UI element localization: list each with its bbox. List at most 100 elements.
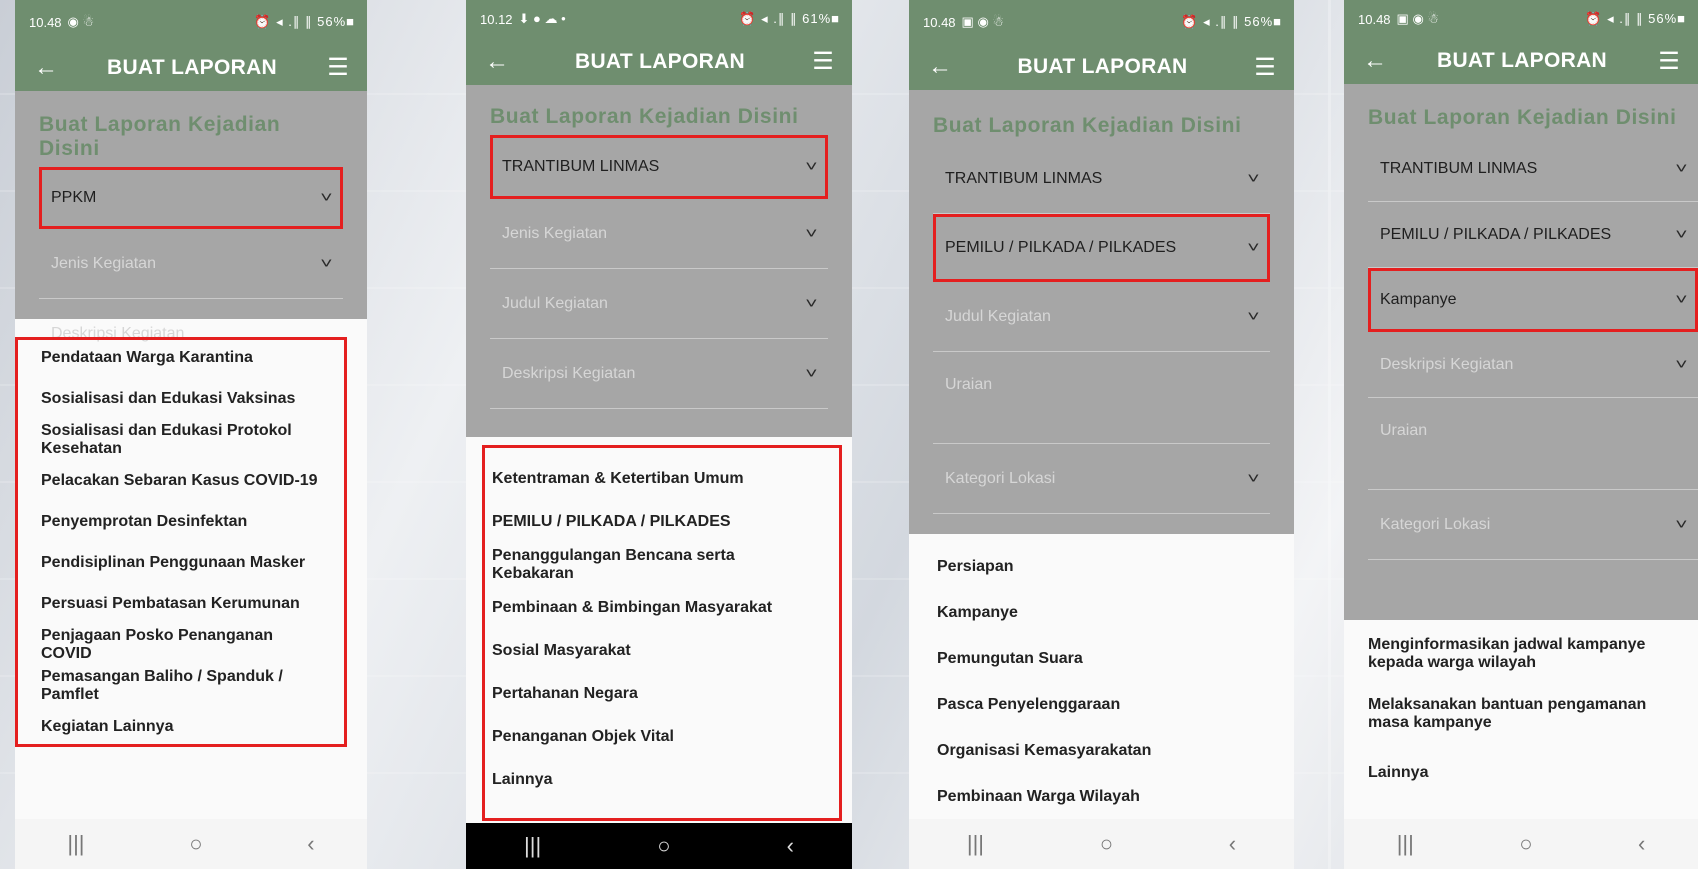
status-right-icons: ⏰ ◂ .∥ ∥ 56%■: [1585, 11, 1686, 26]
chevron-down-icon: ˅: [1247, 239, 1260, 256]
report-form: Buat Laporan Kejadian Disini TRANTIBUM L…: [466, 85, 852, 437]
dropdown-option[interactable]: Organisasi Kemasyarakatan: [909, 728, 1294, 774]
app-bar: ← BUAT LAPORAN ☰: [1344, 38, 1698, 84]
status-time: 10.48: [1358, 11, 1391, 27]
app-title: BUAT LAPORAN: [106, 55, 278, 79]
judul-kegiatan-select[interactable]: Kampanye ˅: [1368, 268, 1698, 332]
report-form: Buat Laporan Kejadian Disini TRANTIBUM L…: [1344, 84, 1698, 620]
uraian-input[interactable]: Uraian: [933, 352, 1270, 444]
dropdown-option[interactable]: Sosialisasi dan Edukasi Vaksinas: [15, 378, 347, 419]
jenis-kegiatan-select[interactable]: Jenis Kegiatan ˅: [490, 199, 828, 269]
dropdown-option[interactable]: Penjagaan Posko Penanganan COVID: [15, 624, 347, 665]
deskripsi-kegiatan-select[interactable]: Deskripsi Kegiatan ˅: [490, 339, 828, 409]
hamburger-menu-icon[interactable]: ☰: [808, 47, 838, 76]
recents-icon[interactable]: |||: [67, 831, 84, 857]
dropdown-option[interactable]: Kampanye: [909, 590, 1294, 636]
category-select[interactable]: TRANTIBUM LINMAS ˅: [933, 144, 1270, 214]
dropdown-option[interactable]: Lainnya: [1344, 750, 1698, 796]
status-left-icons: ▣ ◉ ☃: [961, 14, 1005, 29]
app-title: BUAT LAPORAN: [1436, 49, 1608, 72]
dropdown-option[interactable]: PEMILU / PILKADA / PILKADES: [482, 500, 842, 543]
form-heading: Buat Laporan Kejadian Disini: [933, 114, 1242, 137]
category-select[interactable]: TRANTIBUM LINMAS ˅: [1368, 136, 1698, 202]
uraian-input[interactable]: Uraian: [1368, 398, 1698, 490]
select-placeholder: Deskripsi Kegiatan: [1380, 355, 1514, 373]
dropdown-option[interactable]: Persuasi Pembatasan Kerumunan: [15, 583, 347, 624]
phone-screen-2: 10.12 ⬇ ● ☁ • ⏰ ◂ .∥ ∥ 61%■ ← BUAT LAPOR…: [466, 0, 852, 869]
dropdown-option[interactable]: Pembinaan Warga Wilayah: [909, 774, 1294, 820]
select-placeholder: Kategori Lokasi: [945, 469, 1056, 487]
dropdown-option[interactable]: Pelacakan Sebaran Kasus COVID-19: [15, 460, 347, 501]
select-value: PEMILU / PILKADA / PILKADES: [1380, 225, 1612, 243]
select-placeholder: Judul Kegiatan: [502, 294, 608, 312]
dropdown-option[interactable]: Sosial Masyarakat: [482, 629, 842, 672]
dropdown-option[interactable]: Persiapan: [909, 544, 1294, 590]
select-placeholder: Judul Kegiatan: [945, 307, 1051, 325]
dropdown-option[interactable]: Penanganan Objek Vital: [482, 715, 842, 758]
back-arrow-icon[interactable]: ←: [925, 53, 955, 81]
home-icon[interactable]: ○: [657, 833, 670, 859]
app-bar: ← BUAT LAPORAN ☰: [909, 44, 1294, 90]
report-form: Buat Laporan Kejadian Disini TRANTIBUM L…: [909, 90, 1294, 534]
dropdown-option[interactable]: Pertahanan Negara: [482, 672, 842, 715]
dropdown-option[interactable]: Sosialisasi dan Edukasi Protokol Kesehat…: [15, 419, 347, 460]
status-left-icons: ⬇ ● ☁ •: [518, 11, 566, 26]
category-select[interactable]: TRANTIBUM LINMAS ˅: [490, 135, 828, 199]
kategori-lokasi-select[interactable]: Kategori Lokasi ˅: [933, 444, 1270, 514]
dropdown-option[interactable]: Pendisiplinan Penggunaan Masker: [15, 542, 347, 583]
kategori-lokasi-select[interactable]: Kategori Lokasi ˅: [1368, 490, 1698, 560]
nav-back-icon[interactable]: ‹: [787, 833, 794, 859]
back-arrow-icon[interactable]: ←: [31, 54, 61, 82]
nav-back-icon[interactable]: ‹: [307, 831, 314, 857]
dropdown-options: Ketentraman & Ketertiban Umum PEMILU / P…: [482, 445, 842, 821]
android-nav-bar: ||| ○ ‹: [466, 823, 852, 869]
dropdown-option[interactable]: Lainnya: [482, 758, 842, 801]
dropdown-option[interactable]: Pembinaan & Bimbingan Masyarakat: [482, 586, 842, 629]
dropdown-option[interactable]: Kegiatan Lainnya: [15, 706, 347, 747]
chevron-down-icon: ˅: [1247, 470, 1260, 487]
hamburger-menu-icon[interactable]: ☰: [1250, 53, 1280, 82]
jenis-kegiatan-select[interactable]: PEMILU / PILKADA / PILKADES ˅: [933, 214, 1270, 282]
select-value: TRANTIBUM LINMAS: [1380, 159, 1538, 177]
judul-kegiatan-select[interactable]: Judul Kegiatan ˅: [933, 282, 1270, 352]
dropdown-option[interactable]: Melaksanakan bantuan pengamanan masa kam…: [1344, 690, 1698, 750]
dropdown-option[interactable]: Pemasangan Baliho / Spanduk / Pamflet: [15, 665, 347, 706]
jenis-kegiatan-select[interactable]: PEMILU / PILKADA / PILKADES ˅: [1368, 202, 1698, 268]
status-time: 10.48: [923, 14, 956, 30]
jenis-kegiatan-select[interactable]: Jenis Kegiatan ˅: [39, 229, 343, 299]
select-value: PPKM: [51, 188, 97, 206]
dropdown-option[interactable]: Ketentraman & Ketertiban Umum: [482, 457, 842, 500]
android-nav-bar: ||| ○ ‹: [909, 819, 1294, 869]
judul-kegiatan-select[interactable]: Judul Kegiatan ˅: [490, 269, 828, 339]
hamburger-menu-icon[interactable]: ☰: [1654, 47, 1684, 76]
deskripsi-kegiatan-select[interactable]: Deskripsi Kegiatan ˅: [1368, 332, 1698, 398]
status-time: 10.12: [480, 11, 513, 27]
phone-screen-3: 10.48 ▣ ◉ ☃ ⏰ ◂ .∥ ∥ 56%■ ← BUAT LAPORAN…: [909, 0, 1294, 869]
select-placeholder: Jenis Kegiatan: [51, 254, 156, 272]
chevron-down-icon: ˅: [805, 158, 818, 175]
recents-icon[interactable]: |||: [524, 833, 541, 859]
status-right-icons: ⏰ ◂ .∥ ∥ 61%■: [739, 11, 840, 26]
back-arrow-icon[interactable]: ←: [1360, 47, 1390, 75]
dropdown-option[interactable]: Penanggulangan Bencana serta Kebakaran: [482, 543, 842, 586]
category-select[interactable]: PPKM ˅: [39, 167, 343, 229]
home-icon[interactable]: ○: [1100, 831, 1113, 857]
chevron-down-icon: ˅: [1675, 356, 1688, 373]
dropdown-option[interactable]: Pemungutan Suara: [909, 636, 1294, 682]
nav-back-icon[interactable]: ‹: [1229, 831, 1236, 857]
recents-icon[interactable]: |||: [1397, 831, 1414, 857]
home-icon[interactable]: ○: [189, 831, 202, 857]
select-placeholder: Deskripsi Kegiatan: [502, 364, 636, 382]
recents-icon[interactable]: |||: [967, 831, 984, 857]
chevron-down-icon: ˅: [1675, 516, 1688, 533]
back-arrow-icon[interactable]: ←: [482, 48, 512, 76]
phone-screen-4: 10.48 ▣ ◉ ☃ ⏰ ◂ .∥ ∥ 56%■ ← BUAT LAPORAN…: [1344, 0, 1698, 869]
home-icon[interactable]: ○: [1519, 831, 1532, 857]
dropdown-option[interactable]: Pendataan Warga Karantina: [15, 337, 347, 378]
chevron-down-icon: ˅: [320, 255, 333, 272]
dropdown-option[interactable]: Penyemprotan Desinfektan: [15, 501, 347, 542]
nav-back-icon[interactable]: ‹: [1638, 831, 1645, 857]
dropdown-option[interactable]: Menginformasikan jadwal kampanye kepada …: [1344, 630, 1698, 690]
dropdown-option[interactable]: Pasca Penyelenggaraan: [909, 682, 1294, 728]
hamburger-menu-icon[interactable]: ☰: [323, 53, 353, 82]
